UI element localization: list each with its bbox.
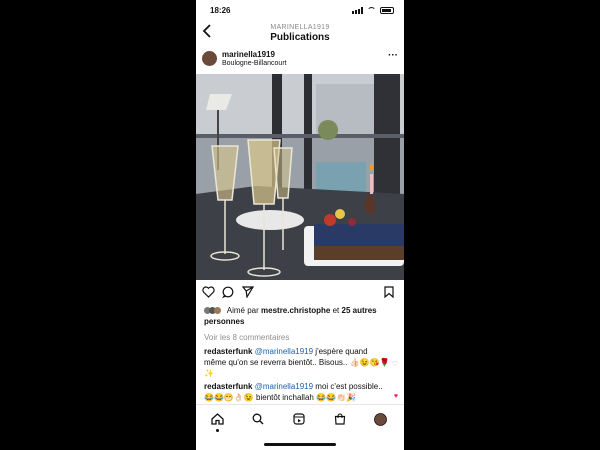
home-icon[interactable]: [211, 413, 224, 427]
reels-icon[interactable]: [293, 413, 305, 427]
photo-illustration: [196, 74, 404, 280]
comment-item: redasterfunk @marinella1919 j'espère qua…: [204, 346, 390, 379]
heart-icon[interactable]: [202, 286, 215, 301]
phone-screen: 18:26 MARINELLA1919 Publications marinel…: [196, 0, 404, 450]
bookmark-icon[interactable]: [384, 286, 394, 301]
liker-avatar: [214, 307, 221, 315]
likes-text: Aimé par mestre.christophe et 25 autres …: [204, 306, 377, 326]
status-icons: [352, 7, 394, 14]
comment-item: redasterfunk @marinella1919 moi c'est po…: [204, 381, 390, 403]
likes-prefix: Aimé par: [226, 306, 262, 315]
home-indicator: [264, 443, 336, 446]
comment-mention[interactable]: @marinella1919: [255, 382, 313, 391]
post-actions: [196, 285, 404, 301]
liked-by-user[interactable]: mestre.christophe: [261, 306, 330, 315]
likes-suffix: et: [330, 306, 342, 315]
post-photo[interactable]: [196, 74, 404, 280]
status-time: 18:26: [210, 6, 231, 15]
post-username[interactable]: marinella1919: [222, 50, 275, 59]
wifi-icon: [367, 7, 376, 14]
view-comments-link[interactable]: Voir les 8 commentaires: [204, 333, 289, 342]
profile-avatar-icon[interactable]: [374, 413, 387, 428]
comment-icon[interactable]: [221, 286, 234, 301]
comment-author[interactable]: redasterfunk: [204, 347, 252, 356]
likes-summary[interactable]: Aimé par mestre.christophe et 25 autres …: [204, 305, 400, 327]
more-dots-icon[interactable]: ···: [388, 50, 398, 61]
comment-author[interactable]: redasterfunk: [204, 382, 252, 391]
top-nav: MARINELLA1919 Publications: [196, 22, 404, 46]
search-icon[interactable]: [252, 413, 264, 427]
shop-icon[interactable]: [334, 413, 346, 427]
send-icon[interactable]: [241, 286, 255, 301]
comment-like-heart-icon[interactable]: ♡: [392, 360, 398, 368]
post-header: marinella1919 Boulogne-Billancourt ···: [196, 48, 404, 72]
comment-mention[interactable]: @marinella1919: [255, 347, 313, 356]
bottom-tab-bar: [196, 404, 404, 439]
battery-icon: [380, 7, 394, 14]
avatar[interactable]: [202, 51, 217, 66]
nav-username: MARINELLA1919: [270, 24, 330, 31]
post-location[interactable]: Boulogne-Billancourt: [222, 60, 287, 67]
page-title: Publications: [270, 32, 330, 43]
signal-icon: [352, 7, 363, 14]
comment-liked-heart-icon[interactable]: ♥: [394, 393, 398, 400]
active-tab-indicator: [216, 429, 219, 432]
status-bar: 18:26: [196, 0, 404, 22]
